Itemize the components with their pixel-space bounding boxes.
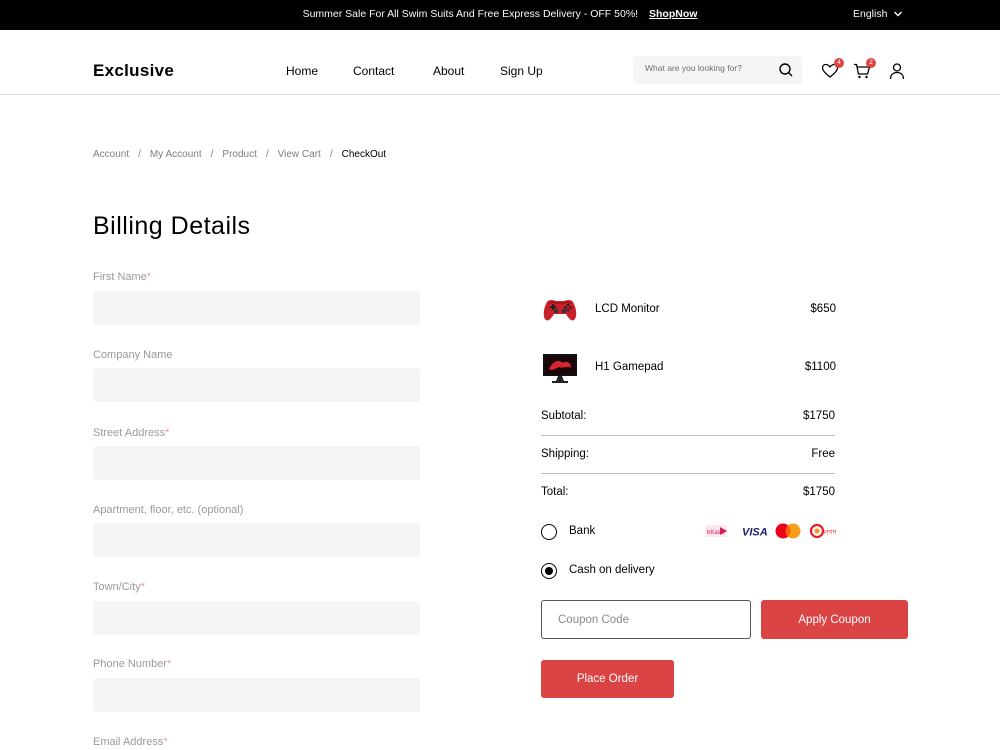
label-text: Apartment, floor, etc. (optional) <box>93 504 244 516</box>
company-name-field[interactable] <box>93 368 420 402</box>
mastercard-logo <box>775 523 801 539</box>
label-text: Town/City <box>93 581 141 593</box>
required-mark: * <box>167 658 172 670</box>
breadcrumb-product[interactable]: Product <box>222 149 256 160</box>
order-item-price: $650 <box>810 303 836 315</box>
breadcrumb: Account / My Account / Product / View Cart /… <box>93 149 386 160</box>
svg-text:নগদ: নগদ <box>823 530 837 537</box>
company-name-label: Company Name <box>93 349 172 361</box>
wishlist-button[interactable]: 4 <box>821 58 844 80</box>
order-item-price: $1100 <box>804 361 836 373</box>
nav-sign-up[interactable]: Sign Up <box>500 64 543 78</box>
breadcrumb-account[interactable]: Account <box>93 149 129 160</box>
summary-divider <box>541 435 835 436</box>
required-mark: * <box>140 581 145 593</box>
search-bar <box>633 56 802 84</box>
site-header: Exclusive Home Contact About Sign Up 4 2 <box>0 30 1000 95</box>
user-icon <box>889 63 905 80</box>
total-label: Total: <box>541 486 569 498</box>
breadcrumb-separator: / <box>138 149 141 160</box>
nav-about[interactable]: About <box>433 64 464 78</box>
subtotal-value: $1750 <box>803 410 835 422</box>
shipping-value: Free <box>811 448 835 460</box>
bank-radio[interactable] <box>541 524 557 540</box>
cash-on-delivery-label[interactable]: Cash on delivery <box>569 564 655 576</box>
order-item-name: H1 Gamepad <box>595 361 664 373</box>
cash-on-delivery-radio[interactable] <box>541 563 557 579</box>
label-text: Company Name <box>93 349 173 361</box>
apply-coupon-button[interactable]: Apply Coupon <box>761 600 908 639</box>
promo-text-wrap: Summer Sale For All Swim Suits And Free … <box>0 8 1000 20</box>
bkash-logo: bKash <box>705 525 727 537</box>
total-value: $1750 <box>803 486 835 498</box>
street-address-field[interactable] <box>93 446 420 480</box>
monitor-image <box>543 354 577 383</box>
page-title: Billing Details <box>93 212 251 240</box>
chevron-down-icon <box>894 11 903 17</box>
cart-button[interactable]: 2 <box>853 58 876 80</box>
first-name-label: First Name* <box>93 271 151 283</box>
language-select[interactable]: English <box>853 8 903 20</box>
breadcrumb-separator: / <box>265 149 269 160</box>
first-name-field[interactable] <box>93 291 420 325</box>
summary-divider <box>541 473 835 474</box>
payment-logos: bKash VISA নগদ <box>705 523 837 539</box>
breadcrumb-current: CheckOut <box>341 149 387 160</box>
bank-label[interactable]: Bank <box>569 525 595 537</box>
search-icon[interactable] <box>778 62 794 78</box>
nav-home[interactable]: Home <box>286 64 318 78</box>
breadcrumb-separator: / <box>329 149 333 160</box>
gamepad-image <box>543 300 577 321</box>
place-order-button[interactable]: Place Order <box>541 660 674 698</box>
email-address-label: Email Address* <box>93 736 168 748</box>
label-text: Phone Number <box>93 658 167 670</box>
label-text: Street Address <box>93 427 166 439</box>
required-mark: * <box>163 736 168 748</box>
search-input[interactable] <box>645 63 770 73</box>
visa-logo: VISA <box>742 527 768 539</box>
required-mark: * <box>165 427 170 439</box>
promo-text: Summer Sale For All Swim Suits And Free … <box>302 8 639 20</box>
label-text: First Name <box>93 271 147 283</box>
nagad-logo: নগদ <box>809 523 837 539</box>
phone-number-label: Phone Number* <box>93 658 171 670</box>
top-banner: Summer Sale For All Swim Suits And Free … <box>0 0 1000 30</box>
subtotal-label: Subtotal: <box>541 410 587 422</box>
cart-count-badge: 2 <box>866 58 876 68</box>
street-address-label: Street Address* <box>93 427 169 439</box>
label-text: Email Address <box>93 736 164 748</box>
language-label: English <box>853 8 888 20</box>
breadcrumb-separator: / <box>210 149 214 160</box>
shipping-label: Shipping: <box>541 448 589 460</box>
wishlist-count-badge: 4 <box>834 58 844 68</box>
phone-number-field[interactable] <box>93 678 420 712</box>
apartment-field[interactable] <box>93 523 420 557</box>
apartment-label: Apartment, floor, etc. (optional) <box>93 504 243 516</box>
breadcrumb-view-cart[interactable]: View Cart <box>278 149 321 160</box>
account-button[interactable] <box>888 62 906 80</box>
breadcrumb-my-account[interactable]: My Account <box>150 149 202 160</box>
shop-now-link[interactable]: ShopNow <box>649 8 697 20</box>
town-city-label: Town/City* <box>93 581 145 593</box>
coupon-code-input[interactable] <box>541 600 751 639</box>
logo[interactable]: Exclusive <box>93 61 174 81</box>
nav-contact[interactable]: Contact <box>353 64 394 78</box>
required-mark: * <box>146 271 152 283</box>
order-item-name: LCD Monitor <box>595 303 660 315</box>
town-city-field[interactable] <box>93 601 420 635</box>
